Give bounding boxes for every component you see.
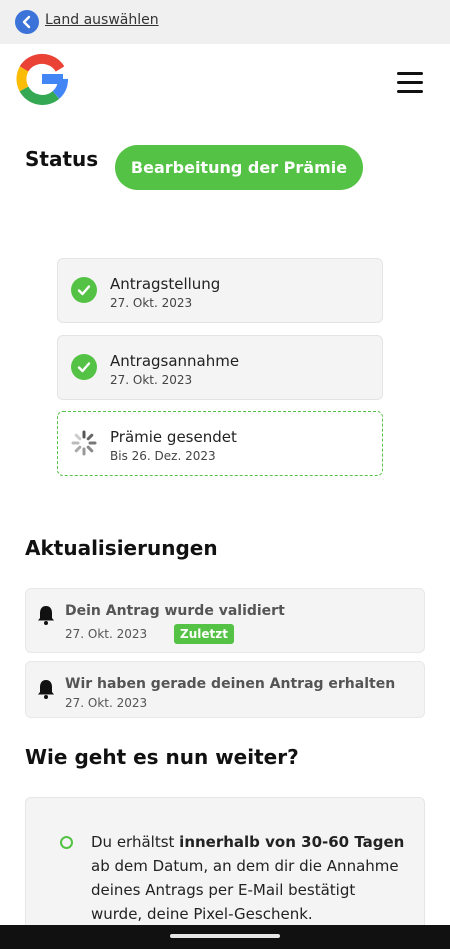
check-icon [71,354,97,380]
next-steps-card: Du erhältst innerhalb von 30-60 Tagen ab… [25,797,425,937]
latest-badge: Zuletzt [174,624,234,644]
update-title: Wir haben gerade deinen Antrag erhalten [65,676,396,692]
update-item: Wir haben gerade deinen Antrag erhalten … [25,661,425,718]
status-label: Status [25,147,99,171]
hamburger-menu-icon[interactable] [397,72,423,94]
update-title: Dein Antrag wurde validiert [65,603,285,619]
google-logo[interactable] [16,53,68,105]
step-date: Bis 26. Dez. 2023 [110,449,216,463]
updates-heading: Aktualisierungen [25,536,218,560]
bell-icon [38,680,54,699]
step-acceptance: Antragsannahme 27. Okt. 2023 [57,335,383,400]
top-bar: Land auswählen [0,0,450,44]
step-date: 27. Okt. 2023 [110,373,193,387]
step-title: Prämie gesendet [110,428,237,446]
home-bar [0,925,450,949]
bell-icon [38,606,54,625]
next-steps-text: Du erhältst innerhalb von 30-60 Tagen ab… [91,833,405,923]
step-reward-sent: Prämie gesendet Bis 26. Dez. 2023 [57,411,383,476]
step-title: Antragstellung [110,275,221,293]
step-date: 27. Okt. 2023 [110,296,193,310]
next-steps-heading: Wie geht es nun weiter? [25,745,299,769]
bullet-icon [60,836,73,849]
home-indicator[interactable] [170,934,280,938]
step-application: Antragstellung 27. Okt. 2023 [57,258,383,323]
check-icon [71,277,97,303]
update-item: Dein Antrag wurde validiert 27. Okt. 202… [25,588,425,653]
update-date: 27. Okt. 2023 [65,696,148,710]
back-link[interactable]: Land auswählen [45,12,159,28]
step-title: Antragsannahme [110,352,240,370]
back-arrow-icon [22,15,31,29]
spinner-icon [71,430,97,456]
back-button[interactable] [15,10,39,34]
status-pill: Bearbeitung der Prämie [115,145,363,190]
update-date: 27. Okt. 2023 [65,627,148,641]
